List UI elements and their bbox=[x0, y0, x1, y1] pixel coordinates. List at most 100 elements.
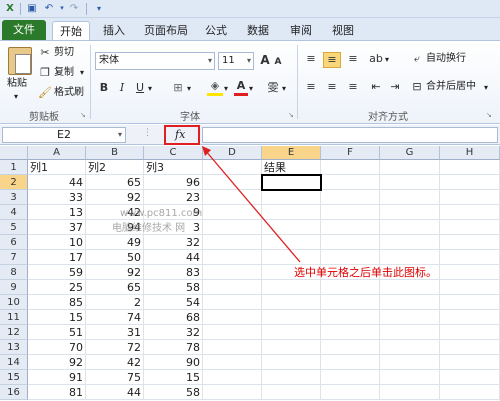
cell-c10[interactable]: 54 bbox=[144, 295, 203, 310]
align-left-icon[interactable]: ≡ bbox=[302, 80, 320, 94]
cell-b10[interactable]: 2 bbox=[86, 295, 144, 310]
underline-dropdown-icon[interactable]: ▾ bbox=[148, 82, 152, 96]
row-header[interactable]: 6 bbox=[0, 235, 28, 250]
cell-c6[interactable]: 32 bbox=[144, 235, 203, 250]
cell-a15[interactable]: 91 bbox=[28, 370, 86, 385]
cell-g7[interactable] bbox=[380, 250, 440, 265]
cell-g6[interactable] bbox=[380, 235, 440, 250]
row-header[interactable]: 12 bbox=[0, 325, 28, 340]
cell-d1[interactable] bbox=[203, 160, 262, 175]
cell-g13[interactable] bbox=[380, 340, 440, 355]
borders-icon[interactable]: ⊞ bbox=[170, 81, 186, 95]
row-header[interactable]: 1 bbox=[0, 160, 28, 175]
cell-e16[interactable] bbox=[262, 385, 321, 400]
name-box[interactable]: E2 ▾ bbox=[2, 127, 126, 143]
row-header[interactable]: 16 bbox=[0, 385, 28, 400]
cell-c2[interactable]: 96 bbox=[144, 175, 203, 190]
paste-button[interactable]: 粘贴 bbox=[7, 77, 27, 91]
row-header[interactable]: 8 bbox=[0, 265, 28, 280]
align-top-icon[interactable]: ≡ bbox=[302, 52, 320, 66]
cell-g14[interactable] bbox=[380, 355, 440, 370]
row-header[interactable]: 13 bbox=[0, 340, 28, 355]
cell-f2[interactable] bbox=[321, 175, 380, 190]
tab-insert[interactable]: 插入 bbox=[96, 21, 132, 40]
row-header[interactable]: 10 bbox=[0, 295, 28, 310]
clipboard-icon[interactable] bbox=[8, 47, 32, 75]
cell-g2[interactable] bbox=[380, 175, 440, 190]
column-header-g[interactable]: G bbox=[380, 146, 440, 160]
cell-d13[interactable] bbox=[203, 340, 262, 355]
column-header-h[interactable]: H bbox=[440, 146, 500, 160]
tab-view[interactable]: 视图 bbox=[325, 21, 361, 40]
phonetic-dropdown-icon[interactable]: ▾ bbox=[282, 82, 286, 96]
customize-toolbar-icon[interactable]: ▾ bbox=[92, 2, 106, 15]
row-header[interactable]: 11 bbox=[0, 310, 28, 325]
copy-button[interactable]: 复制 bbox=[54, 66, 74, 80]
cell-d3[interactable] bbox=[203, 190, 262, 205]
cell-h11[interactable] bbox=[440, 310, 500, 325]
cell-f1[interactable] bbox=[321, 160, 380, 175]
resize-handle-icon[interactable]: ⋮ bbox=[143, 128, 152, 138]
cell-e5[interactable] bbox=[262, 220, 321, 235]
cell-c13[interactable]: 78 bbox=[144, 340, 203, 355]
column-header-b[interactable]: B bbox=[86, 146, 144, 160]
cell-g1[interactable] bbox=[380, 160, 440, 175]
cell-b8[interactable]: 92 bbox=[86, 265, 144, 280]
cell-c8[interactable]: 83 bbox=[144, 265, 203, 280]
cell-b12[interactable]: 31 bbox=[86, 325, 144, 340]
cell-c11[interactable]: 68 bbox=[144, 310, 203, 325]
column-header-f[interactable]: F bbox=[321, 146, 380, 160]
cell-b6[interactable]: 49 bbox=[86, 235, 144, 250]
cell-a6[interactable]: 10 bbox=[28, 235, 86, 250]
cell-h13[interactable] bbox=[440, 340, 500, 355]
cell-a5[interactable]: 37 bbox=[28, 220, 86, 235]
cell-e10[interactable] bbox=[262, 295, 321, 310]
cell-f15[interactable] bbox=[321, 370, 380, 385]
cell-d4[interactable] bbox=[203, 205, 262, 220]
cell-g16[interactable] bbox=[380, 385, 440, 400]
select-all-corner[interactable] bbox=[0, 146, 28, 160]
cell-e6[interactable] bbox=[262, 235, 321, 250]
cell-b7[interactable]: 50 bbox=[86, 250, 144, 265]
cell-g4[interactable] bbox=[380, 205, 440, 220]
redo-icon[interactable]: ↷ bbox=[67, 2, 81, 15]
phonetic-guide-button[interactable]: 雯 bbox=[266, 81, 280, 95]
align-middle-icon[interactable]: ≡ bbox=[323, 52, 341, 68]
cell-e3[interactable] bbox=[262, 190, 321, 205]
cell-c3[interactable]: 23 bbox=[144, 190, 203, 205]
cell-d8[interactable] bbox=[203, 265, 262, 280]
cell-g3[interactable] bbox=[380, 190, 440, 205]
cell-e11[interactable] bbox=[262, 310, 321, 325]
cell-a1[interactable]: 列1 bbox=[28, 160, 86, 175]
cell-g12[interactable] bbox=[380, 325, 440, 340]
cell-f7[interactable] bbox=[321, 250, 380, 265]
cell-b15[interactable]: 75 bbox=[86, 370, 144, 385]
cell-b2[interactable]: 65 bbox=[86, 175, 144, 190]
orientation-dropdown-icon[interactable]: ▾ bbox=[385, 53, 389, 67]
cell-d10[interactable] bbox=[203, 295, 262, 310]
cell-d5[interactable] bbox=[203, 220, 262, 235]
cell-h4[interactable] bbox=[440, 205, 500, 220]
font-size-select[interactable]: 11 ▾ bbox=[218, 52, 254, 70]
cell-d2[interactable] bbox=[203, 175, 262, 190]
cell-b13[interactable]: 72 bbox=[86, 340, 144, 355]
cell-d11[interactable] bbox=[203, 310, 262, 325]
tab-review[interactable]: 审阅 bbox=[283, 21, 319, 40]
cell-h10[interactable] bbox=[440, 295, 500, 310]
cell-e9[interactable] bbox=[262, 280, 321, 295]
italic-button[interactable]: I bbox=[116, 81, 128, 95]
cell-b11[interactable]: 74 bbox=[86, 310, 144, 325]
cell-a8[interactable]: 59 bbox=[28, 265, 86, 280]
increase-indent-icon[interactable]: ⇥ bbox=[387, 80, 403, 94]
tab-formulas[interactable]: 公式 bbox=[198, 21, 234, 40]
cell-g15[interactable] bbox=[380, 370, 440, 385]
cut-button[interactable]: 剪切 bbox=[54, 46, 74, 60]
cell-d9[interactable] bbox=[203, 280, 262, 295]
cell-g5[interactable] bbox=[380, 220, 440, 235]
undo-icon[interactable]: ↶ bbox=[42, 2, 56, 15]
align-bottom-icon[interactable]: ≡ bbox=[344, 52, 362, 66]
scissors-icon[interactable]: ✂ bbox=[38, 46, 52, 60]
cell-e1[interactable]: 结果 bbox=[262, 160, 321, 175]
underline-button[interactable]: U bbox=[134, 81, 146, 95]
cell-d12[interactable] bbox=[203, 325, 262, 340]
